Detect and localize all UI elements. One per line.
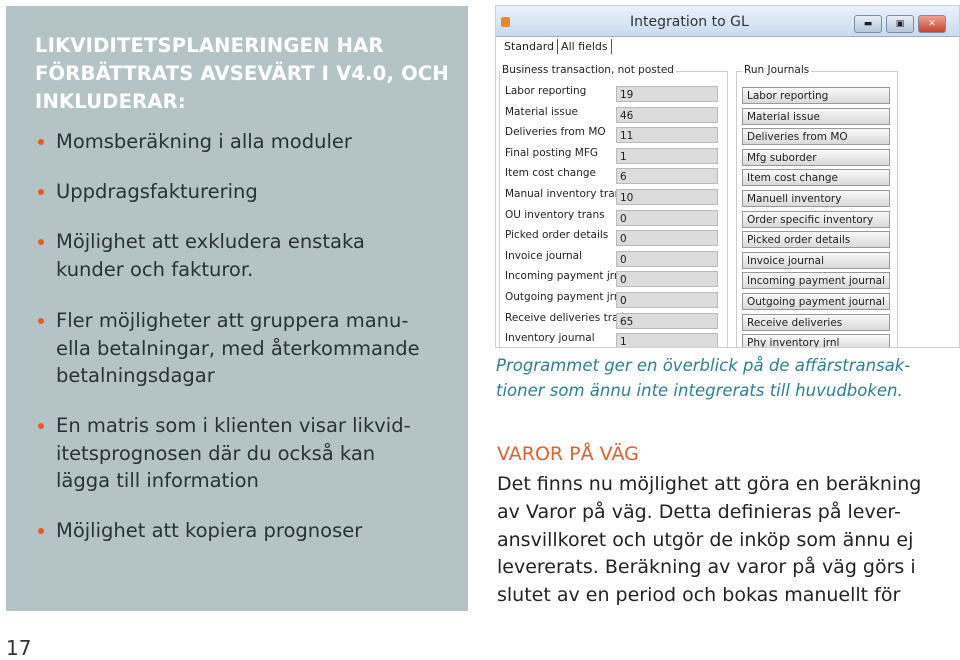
body-line: levererats. Beräkning av varor på väg gö… [497, 556, 916, 579]
bullet-icon [38, 423, 44, 429]
bullet-line: Momsberäkning i alla moduler [56, 130, 352, 153]
maximize-icon[interactable]: ▣ [886, 15, 914, 33]
body-line: av Varor på väg. Detta definieras på lev… [497, 500, 901, 523]
field-label: Labor reporting [505, 85, 587, 97]
bullet-item: En matris som i klienten visar likvid-it… [38, 412, 411, 495]
bullet-line: Uppdragsfakturering [56, 180, 258, 203]
run-journal-button[interactable]: Invoice journal [742, 251, 890, 269]
field-value: 10 [616, 189, 718, 205]
field-value: 1 [616, 147, 718, 164]
heading-line: INKLUDERAR: [35, 90, 186, 113]
bullet-line: itetsprognosen där du också kan [56, 441, 376, 465]
section-body: Det finns nu möjlighet att göra en beräk… [497, 471, 921, 610]
run-journal-button[interactable]: Deliveries from MO [742, 128, 890, 146]
run-journal-button[interactable]: Labor reporting [742, 87, 890, 104]
run-journal-button[interactable]: Item cost change [742, 169, 890, 187]
field-value: 1 [616, 333, 718, 347]
bullet-icon [38, 318, 44, 324]
run-journal-button[interactable]: Picked order details [742, 231, 890, 249]
field-label: Item cost change [505, 167, 597, 180]
field-label: Incoming payment jrnls [505, 270, 629, 283]
bullet-line: ella betalningar, med återkommande [56, 336, 420, 360]
bullet-line: lägga till information [56, 469, 259, 492]
minimize-icon[interactable]: ▬ [854, 15, 882, 33]
close-icon[interactable]: ✕ [918, 15, 946, 33]
tab-bar: Standard All fields [501, 39, 612, 54]
body-line: Det finns nu möjlighet att göra en beräk… [497, 473, 922, 495]
field-value: 0 [616, 230, 718, 247]
bullet-icon [38, 239, 44, 245]
body-line: slutet av en period och bokas manuellt f… [497, 584, 901, 607]
caption-line: tioner som ännu inte integrerats till hu… [496, 381, 903, 400]
field-value: 0 [616, 209, 718, 226]
run-journal-button[interactable]: Outgoing payment journal [742, 293, 890, 310]
field-value: 46 [616, 106, 718, 123]
bullet-line: En matris som i klienten visar likvid- [56, 414, 411, 437]
field-value: 0 [616, 250, 718, 267]
lock-icon [501, 17, 510, 27]
panel-heading: LIKVIDITETSPLANERINGEN HAR FÖRBÄTTRATS A… [35, 32, 449, 116]
run-journal-button[interactable]: Incoming payment journal [742, 272, 890, 290]
bullet-item: Fler möjligheter att gruppera manu-ella … [38, 307, 420, 390]
caption-line: Programmet ger en överblick på de affärs… [496, 356, 911, 375]
field-value: 65 [616, 312, 718, 329]
left-group-label: Business transaction, not posted [500, 64, 676, 76]
field-value: 6 [616, 168, 718, 185]
bullet-item: Uppdragsfakturering [38, 178, 258, 206]
run-journal-button[interactable]: Order specific inventory [742, 210, 890, 228]
field-label: Receive deliveries trans [505, 311, 631, 324]
bullet-item: Möjlighet att exkludera enstaka kunder oc… [38, 228, 365, 283]
field-label: Inventory journal [505, 332, 595, 345]
bullet-line: kunder och fakturor. [56, 257, 254, 281]
bullet-line: Möjlighet att kopiera prognoser [56, 519, 363, 542]
bullet-line: betalningsdagar [56, 364, 215, 387]
bullet-icon [38, 139, 44, 145]
bullet-icon [38, 528, 44, 534]
run-journal-button[interactable]: Material issue [742, 107, 890, 125]
field-label: Outgoing payment jrnl: [505, 291, 627, 303]
run-journal-button[interactable]: Manuell inventory [742, 190, 890, 207]
image-caption: Programmet ger en överblick på de affärs… [496, 353, 910, 403]
field-value: 19 [616, 86, 718, 102]
field-label: Invoice journal [505, 249, 583, 262]
title-bar: Integration to GL ▬ ▣ ✕ [496, 6, 959, 37]
field-label: Final posting MFG [505, 146, 599, 159]
field-label: Picked order details [505, 229, 609, 242]
field-label: OU inventory trans [505, 208, 605, 221]
run-journal-button[interactable]: Phy inventory jrnl [742, 334, 890, 347]
heading-line: LIKVIDITETSPLANERINGEN HAR [35, 34, 384, 57]
bullet-icon [38, 189, 44, 195]
window-title: Integration to GL [630, 14, 749, 30]
heading-line: FÖRBÄTTRATS AVSEVÄRT I V4.0, OCH [35, 62, 449, 85]
tab-standard[interactable]: Standard [501, 39, 559, 54]
bullet-line: Fler möjligheter att gruppera manu- [56, 309, 409, 332]
field-value: 11 [616, 127, 718, 144]
bullet-item: Momsberäkning i alla moduler [38, 128, 352, 156]
field-value: 0 [616, 271, 718, 288]
tab-all-fields[interactable]: All fields [558, 39, 612, 54]
bullet-item: Möjlighet att kopiera prognoser [38, 517, 363, 545]
body-line: ansvillkoret och utgör de inköp som ännu… [497, 528, 914, 551]
field-label: Deliveries from MO [505, 126, 606, 139]
field-label: Manual inventory trans [505, 188, 627, 200]
field-label: Material issue [505, 105, 578, 118]
right-group-label: Run Journals [742, 64, 812, 76]
page-number: 17 [6, 636, 32, 660]
feature-panel: LIKVIDITETSPLANERINGEN HAR FÖRBÄTTRATS A… [6, 6, 468, 611]
field-value: 0 [616, 292, 718, 308]
integration-window: Integration to GL ▬ ▣ ✕ Standard All fiel… [495, 5, 960, 348]
bullet-line: Möjlighet att exkludera enstaka [56, 230, 365, 253]
section-heading: VAROR PÅ VÄG [497, 443, 639, 465]
run-journal-button[interactable]: Receive deliveries [742, 313, 890, 331]
run-journal-button[interactable]: Mfg suborder [742, 148, 890, 166]
